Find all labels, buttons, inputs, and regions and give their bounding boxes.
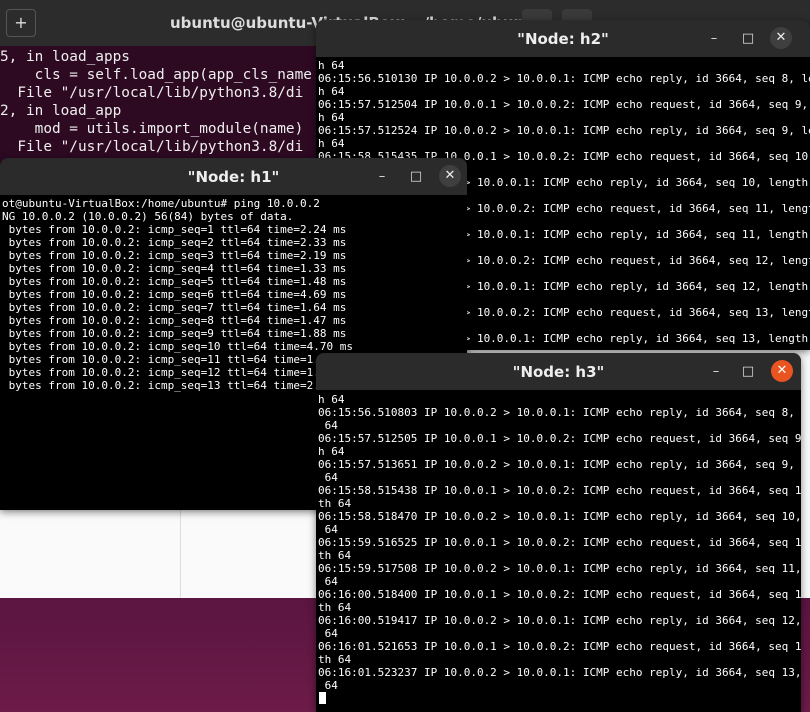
minimize-icon[interactable]: – (372, 167, 392, 187)
terminal-line: h 64 (318, 137, 345, 150)
window-title: "Node: h3" (512, 363, 605, 381)
terminal-line: 06:15:58.515438 IP 10.0.0.1 > 10.0.0.2: … (318, 484, 801, 497)
terminal-line: mod = utils.import_module(name) (0, 121, 304, 137)
terminal-line: 06:15:57.513651 IP 10.0.0.2 > 10.0.0.1: … (318, 458, 801, 471)
terminal-line: 06:15:56.510803 IP 10.0.0.2 > 10.0.0.1: … (318, 406, 801, 419)
terminal-line: 2, in load_app (0, 103, 122, 119)
terminal-line: 64 (318, 627, 338, 640)
terminal-line: 06:16:01.523237 IP 10.0.0.2 > 10.0.0.1: … (318, 666, 801, 679)
maximize-icon[interactable]: □ (406, 167, 426, 187)
terminal-line: cls = self.load_app(app_cls_name (0, 67, 312, 83)
terminal-line: bytes from 10.0.0.2: icmp_seq=4 ttl=64 t… (2, 262, 347, 275)
close-icon[interactable]: ✕ (439, 165, 461, 187)
terminal-line: bytes from 10.0.0.2: icmp_seq=1 ttl=64 t… (2, 223, 347, 236)
terminal-line: bytes from 10.0.0.2: icmp_seq=6 ttl=64 t… (2, 288, 347, 301)
text-cursor (319, 692, 326, 704)
terminal-line: 06:15:58.518470 IP 10.0.0.2 > 10.0.0.1: … (318, 510, 801, 523)
terminal-line: 06:15:56.510130 IP 10.0.0.2 > 10.0.0.1: … (318, 72, 810, 85)
minimize-icon[interactable]: – (706, 362, 726, 382)
minimize-icon[interactable]: – (704, 29, 724, 49)
xterm-window-h3[interactable]: "Node: h3" – □ ✕ h 64 06:15:56.510803 IP … (316, 353, 801, 712)
terminal-line: bytes from 10.0.0.2: icmp_seq=12 ttl=64 … (2, 366, 353, 379)
terminal-line: 06:15:57.512504 IP 10.0.0.1 > 10.0.0.2: … (318, 98, 810, 111)
terminal-line: bytes from 10.0.0.2: icmp_seq=8 ttl=64 t… (2, 314, 347, 327)
terminal-line: th 64 (318, 653, 352, 666)
window-titlebar[interactable]: "Node: h2" – □ ✕ (316, 20, 810, 57)
terminal-line: h 64 (318, 111, 345, 124)
maximize-icon[interactable]: □ (738, 362, 758, 382)
terminal-line: h 64 (318, 85, 345, 98)
terminal-line: File "/usr/local/lib/python3.8/di (0, 85, 304, 101)
terminal-line: h 64 (318, 393, 345, 406)
close-icon[interactable]: ✕ (770, 27, 792, 49)
terminal-line: bytes from 10.0.0.2: icmp_seq=5 ttl=64 t… (2, 275, 347, 288)
window-title: "Node: h1" (187, 168, 280, 186)
terminal-line: 64 (318, 419, 338, 432)
terminal-line: File "/usr/local/lib/python3.8/di (0, 139, 304, 155)
terminal-line: bytes from 10.0.0.2: icmp_seq=11 ttl=64 … (2, 353, 353, 366)
terminal-line: 06:15:59.517508 IP 10.0.0.2 > 10.0.0.1: … (318, 562, 801, 575)
terminal-line: 5, in load_apps (0, 49, 130, 65)
terminal-line: bytes from 10.0.0.2: icmp_seq=2 ttl=64 t… (2, 236, 347, 249)
terminal-line: 64 (318, 575, 338, 588)
terminal-line: bytes from 10.0.0.2: icmp_seq=13 ttl=64 … (2, 379, 353, 392)
terminal-line: bytes from 10.0.0.2: icmp_seq=3 ttl=64 t… (2, 249, 347, 262)
new-tab-icon[interactable]: + (6, 9, 36, 37)
terminal-line: 06:15:57.512524 IP 10.0.0.2 > 10.0.0.1: … (318, 124, 810, 137)
terminal-line: h 64 (318, 445, 345, 458)
terminal-line: 64 (318, 679, 338, 692)
terminal-line: 64 (318, 523, 338, 536)
window-titlebar[interactable]: "Node: h3" – □ ✕ (316, 353, 801, 390)
terminal-line: bytes from 10.0.0.2: icmp_seq=9 ttl=64 t… (2, 327, 347, 340)
terminal-line: 06:16:00.518400 IP 10.0.0.1 > 10.0.0.2: … (318, 588, 801, 601)
terminal-line: th 64 (318, 497, 352, 510)
terminal-line: h 64 (318, 59, 345, 72)
terminal-line: bytes from 10.0.0.2: icmp_seq=7 ttl=64 t… (2, 301, 347, 314)
terminal-line: bytes from 10.0.0.2: icmp_seq=10 ttl=64 … (2, 340, 353, 353)
terminal-line: ot@ubuntu-VirtualBox:/home/ubuntu# ping … (2, 197, 320, 210)
terminal-line: 64 (318, 471, 338, 484)
terminal-line: 06:16:00.519417 IP 10.0.0.2 > 10.0.0.1: … (318, 614, 801, 627)
terminal-line: 06:15:57.512505 IP 10.0.0.1 > 10.0.0.2: … (318, 432, 801, 445)
divider (180, 510, 181, 600)
close-icon[interactable]: ✕ (771, 360, 793, 382)
maximize-icon[interactable]: □ (738, 29, 758, 49)
terminal-line: th 64 (318, 601, 352, 614)
terminal-line: 06:15:59.516525 IP 10.0.0.1 > 10.0.0.2: … (318, 536, 801, 549)
terminal-line: th 64 (318, 549, 352, 562)
terminal-output[interactable]: h 64 06:15:56.510803 IP 10.0.0.2 > 10.0.0… (316, 390, 801, 712)
window-titlebar[interactable]: "Node: h1" – □ ✕ (0, 158, 467, 195)
window-title: "Node: h2" (517, 30, 609, 48)
terminal-line: 06:16:01.521653 IP 10.0.0.1 > 10.0.0.2: … (318, 640, 801, 653)
terminal-line: NG 10.0.0.2 (10.0.0.2) 56(84) bytes of d… (2, 210, 294, 223)
